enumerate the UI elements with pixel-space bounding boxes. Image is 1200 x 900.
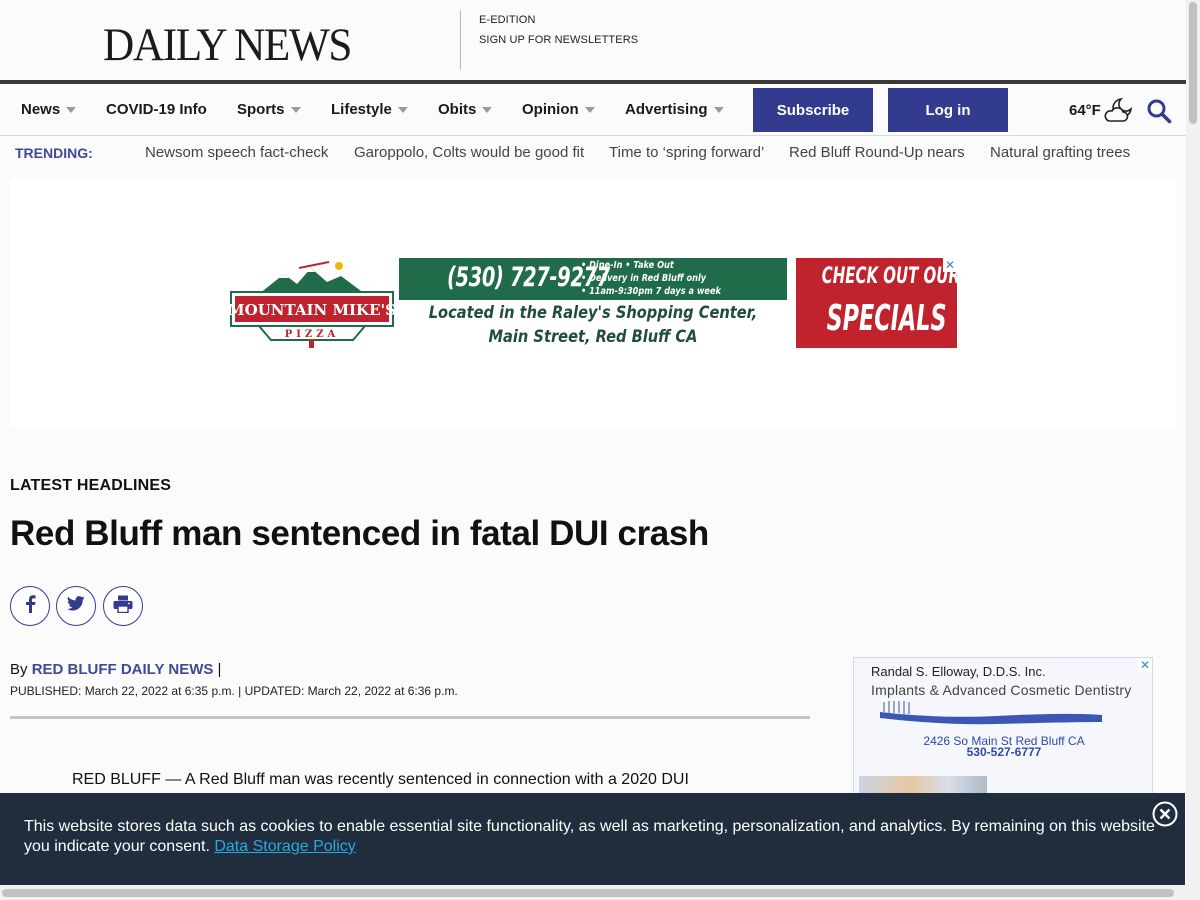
ad-bullets: • Dine-In • Take Out • Delivery in Red B… <box>581 259 721 298</box>
chevron-down-icon <box>397 107 408 113</box>
header-divider <box>460 10 461 70</box>
ad-tagline: Implants & Advanced Cosmetic Dentistry <box>871 682 1132 698</box>
nav-item-label: COVID-19 Info <box>106 101 207 118</box>
nav-item-label: Advertising <box>625 101 708 118</box>
pizza-ad-phone-strip: (530) 727-9277 • Dine-In • Take Out • De… <box>399 258 787 300</box>
print-icon <box>113 595 133 618</box>
nav-item-obits[interactable]: Obits <box>438 101 493 118</box>
section-label[interactable]: LATEST HEADLINES <box>10 477 171 495</box>
chevron-down-icon <box>66 107 77 113</box>
toothbrush-icon <box>880 701 1102 725</box>
trending-item[interactable]: Newsom speech fact-check <box>145 144 328 161</box>
vertical-scroll-thumb[interactable] <box>1189 2 1197 124</box>
nav-item-lifestyle[interactable]: Lifestyle <box>331 101 408 118</box>
ad-location: Located in the Raley's Shopping Center, … <box>426 301 760 349</box>
horizontal-scroll-thumb[interactable] <box>2 889 1174 897</box>
mountain-mikes-logo[interactable]: MOUNTAIN MIKE'S PIZZA <box>228 256 396 348</box>
author-link[interactable]: RED BLUFF DAILY NEWS <box>32 661 214 678</box>
search-icon[interactable] <box>1146 98 1172 129</box>
e-edition-link[interactable]: E-EDITION <box>479 14 536 26</box>
nav-item-label: News <box>21 101 61 118</box>
site-header: DAILY NEWS E-EDITION SIGN UP FOR NEWSLET… <box>0 0 1186 80</box>
subscribe-button[interactable]: Subscribe <box>753 88 873 132</box>
close-icon[interactable]: ✕ <box>943 258 957 272</box>
ad-location-line: Located in the Raley's Shopping Center, <box>428 303 758 323</box>
chevron-down-icon <box>713 107 724 113</box>
cookie-message: This website stores data such as cookies… <box>24 817 1164 857</box>
ad-bullet: • 11am-9:30pm 7 days a week <box>581 286 721 297</box>
trending-item[interactable]: Time to ‘spring forward’ <box>609 144 764 161</box>
trending-label: TRENDING: <box>15 145 93 161</box>
ad-business-name: Randal S. Elloway, D.D.S. Inc. <box>871 664 1046 679</box>
ad-logo-name: MOUNTAIN MIKE'S <box>229 301 395 319</box>
chevron-down-icon <box>584 107 595 113</box>
byline: By RED BLUFF DAILY NEWS | <box>10 661 221 678</box>
chevron-down-icon <box>482 107 493 113</box>
close-icon[interactable]: ✕ <box>1138 658 1152 672</box>
ad-cta-line: SPECIALS <box>826 298 947 339</box>
print-button[interactable] <box>103 586 143 626</box>
article-headline: Red Bluff man sentenced in fatal DUI cra… <box>10 514 709 553</box>
nav-item-label: Lifestyle <box>331 101 392 118</box>
ad-logo-sub: PIZZA <box>285 329 340 340</box>
byline-prefix: By <box>10 661 28 678</box>
chevron-down-icon <box>290 107 301 113</box>
ad-bullet: • Delivery in Red Bluff only <box>581 273 707 284</box>
article-dates: PUBLISHED: March 22, 2022 at 6:35 p.m. |… <box>10 684 458 698</box>
partly-cloudy-night-icon[interactable] <box>1103 96 1133 129</box>
nav-item-news[interactable]: News <box>21 101 77 118</box>
specials-ad[interactable]: CHECK OUT OUR SPECIALS ✕ <box>796 258 957 348</box>
vertical-scrollbar[interactable] <box>1186 0 1200 900</box>
temperature[interactable]: 64°F <box>1069 102 1101 119</box>
twitter-icon <box>66 596 85 616</box>
ad-location-line: Main Street, Red Bluff CA <box>488 327 698 347</box>
article-divider <box>10 716 810 719</box>
nav-item-covid[interactable]: COVID-19 Info <box>106 101 207 118</box>
horizontal-scrollbar[interactable] <box>0 885 1186 900</box>
ad-bullet: • Dine-In • Take Out <box>581 260 674 271</box>
nav-item-label: Opinion <box>522 101 579 118</box>
nav-item-opinion[interactable]: Opinion <box>522 101 595 118</box>
close-circle-icon[interactable] <box>1152 801 1178 832</box>
byline-separator: | <box>217 661 222 678</box>
page: DAILY NEWS E-EDITION SIGN UP FOR NEWSLET… <box>0 0 1200 900</box>
trending-item[interactable]: Garoppolo, Colts would be good fit <box>354 144 584 161</box>
cookie-text: This website stores data such as cookies… <box>24 818 1155 855</box>
site-logo[interactable]: DAILY NEWS <box>103 18 352 72</box>
trending-bar: TRENDING: Newsom speech fact-check Garop… <box>0 137 1186 169</box>
main-nav: News COVID-19 Info Sports Lifestyle Obit… <box>0 84 1186 136</box>
data-storage-policy-link[interactable]: Data Storage Policy <box>214 838 355 855</box>
nav-item-label: Obits <box>438 101 477 118</box>
ad-phone: 530-527-6777 <box>966 745 1042 759</box>
share-twitter-button[interactable] <box>56 586 96 626</box>
facebook-icon <box>24 594 36 618</box>
cookie-banner: This website stores data such as cookies… <box>0 793 1185 885</box>
ad-cta-line: CHECK OUT OUR <box>821 264 957 289</box>
trending-item[interactable]: Natural grafting trees <box>990 144 1130 161</box>
share-facebook-button[interactable] <box>10 586 50 626</box>
nav-item-label: Sports <box>237 101 285 118</box>
nav-item-sports[interactable]: Sports <box>237 101 301 118</box>
pizza-ad-banner[interactable]: (530) 727-9277 • Dine-In • Take Out • De… <box>399 258 787 348</box>
dentist-ad[interactable]: Randal S. Elloway, D.D.S. Inc. Implants … <box>853 657 1153 797</box>
top-ad-slot: MOUNTAIN MIKE'S PIZZA (530) 727-9277 • D… <box>10 178 1176 428</box>
login-button[interactable]: Log in <box>888 88 1008 132</box>
trending-item[interactable]: Red Bluff Round-Up nears <box>789 144 965 161</box>
newsletters-link[interactable]: SIGN UP FOR NEWSLETTERS <box>479 34 638 46</box>
article-lede: RED BLUFF — A Red Bluff man was recently… <box>72 771 689 788</box>
nav-item-advertising[interactable]: Advertising <box>625 101 724 118</box>
